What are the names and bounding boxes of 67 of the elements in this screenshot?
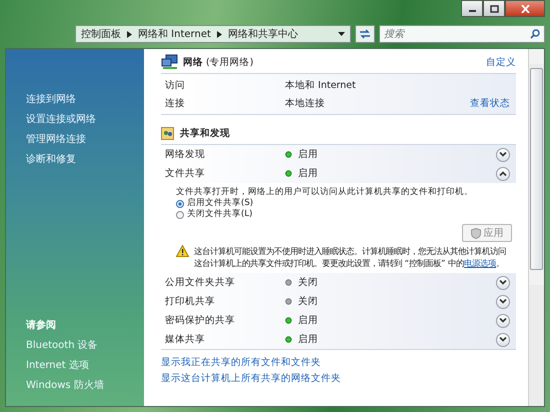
power-options-link[interactable]: 电源选项 (464, 258, 496, 268)
row-label: 公用文件夹共享 (165, 276, 236, 289)
breadcrumb-item[interactable]: 网络和共享中心 (228, 27, 298, 41)
sharing-link[interactable]: 显示我正在共享的所有文件和文件夹 (161, 356, 321, 369)
warning-text: 这台计算机可能设置为不使用时进入睡眠状态。计算机睡眠时，您无法从其他计算机访问这台计算机上的共享文件或打印机。要更改此设置，请转到 “控制面板” 中的电源选项。 (194, 245, 507, 269)
status-text: 启用 (298, 314, 318, 327)
collapse-button[interactable] (496, 166, 510, 180)
scrollbar[interactable] (528, 49, 544, 406)
refresh-icon (359, 29, 371, 39)
address-bar[interactable]: 控制面板 网络和 Internet 网络和共享中心 (75, 25, 351, 43)
maximize-icon (490, 4, 498, 12)
description-text: 文件共享打开时，网络上的用户可以访问从此计算机共享的文件和打印机。 (176, 186, 474, 198)
row-label: 访问 (165, 78, 186, 92)
warning-icon (176, 245, 189, 257)
expand-button[interactable] (496, 314, 510, 328)
chevron-icon (499, 299, 507, 304)
dropdown-icon (338, 32, 345, 36)
status-text: 关闭 (298, 295, 318, 308)
view-status-link[interactable]: 查看状态 (470, 96, 510, 110)
radio-button[interactable] (176, 200, 184, 208)
expand-button[interactable] (496, 276, 510, 290)
sidebar-link[interactable]: 设置连接或网络 (26, 112, 96, 126)
row-value: 本地连接 (285, 96, 326, 110)
chevron-icon (499, 280, 507, 285)
chevron-right-icon (127, 30, 132, 38)
sidebar-heading: 请参阅 (26, 318, 56, 332)
row-label: 网络发现 (165, 148, 206, 161)
row-value: 本地和 Internet (285, 78, 357, 92)
close-icon (520, 4, 530, 12)
status-text: 启用 (298, 148, 318, 161)
chevron-icon (499, 318, 507, 323)
breadcrumb-item[interactable]: 控制面板 (81, 27, 121, 41)
sharing-link[interactable]: 显示这台计算机上所有共享的网络文件夹 (161, 372, 341, 385)
expand-button[interactable] (496, 294, 510, 308)
breadcrumb-item[interactable]: 网络和 Internet (138, 27, 211, 41)
radio-button[interactable] (176, 210, 184, 218)
shield-icon (470, 228, 480, 238)
expand-button[interactable] (496, 148, 510, 162)
customize-link[interactable]: 自定义 (486, 56, 516, 68)
network-name: 网络 (专用网络) (183, 56, 254, 68)
row-label: 连接 (165, 96, 186, 110)
sharing-icon (161, 126, 174, 140)
status-text: 关闭 (298, 276, 318, 289)
status-text: 启用 (298, 167, 318, 180)
section-title: 共享和发现 (180, 126, 230, 140)
row-label: 密码保护的共享 (165, 314, 236, 327)
search-field[interactable]: 搜索 (379, 25, 545, 43)
chevron-icon (499, 152, 507, 157)
row-label: 打印机共享 (165, 295, 216, 308)
chevron-icon (499, 337, 507, 342)
radio-option[interactable]: 关闭文件共享(L) (176, 209, 512, 220)
search-icon (530, 29, 540, 39)
row-label: 媒体共享 (165, 333, 206, 346)
radio-option[interactable]: 启用文件共享(S) (176, 198, 512, 209)
expand-button[interactable] (496, 332, 510, 346)
maximize-button[interactable] (483, 0, 505, 17)
row-label: 文件共享 (165, 167, 206, 180)
network-icon (161, 54, 179, 70)
chevron-icon (499, 171, 507, 176)
chevron-right-icon (216, 30, 222, 38)
refresh-button[interactable] (355, 25, 375, 43)
close-button[interactable] (505, 0, 545, 17)
sidebar-link[interactable]: 诊断和修复 (26, 152, 76, 166)
sidebar-link[interactable]: 管理网络连接 (26, 132, 86, 146)
status-text: 启用 (298, 333, 318, 346)
minimize-button[interactable] (461, 0, 483, 17)
sidebar-link[interactable]: 连接到网络 (26, 92, 76, 106)
